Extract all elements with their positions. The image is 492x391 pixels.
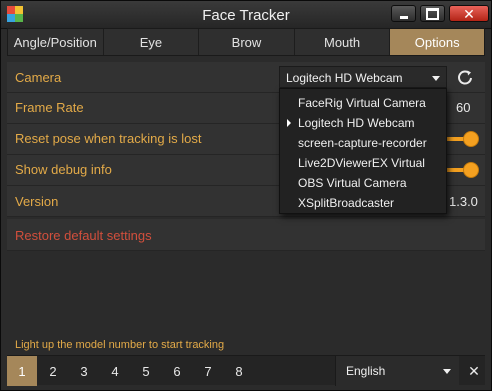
minimize-button[interactable] bbox=[391, 5, 416, 22]
camera-option[interactable]: Live2DViewerEX Virtual bbox=[280, 153, 446, 173]
reset-pose-toggle[interactable] bbox=[463, 131, 479, 147]
version-label: Version bbox=[15, 194, 59, 209]
tab-angle-position[interactable]: Angle/Position bbox=[8, 29, 104, 55]
model-number-1[interactable]: 1 bbox=[7, 356, 37, 386]
tab-options[interactable]: Options bbox=[390, 29, 484, 55]
camera-option[interactable]: OBS Virtual Camera bbox=[280, 173, 446, 193]
camera-label: Camera bbox=[15, 70, 62, 85]
title-bar[interactable]: Face Tracker ✕ bbox=[1, 1, 491, 29]
version-value: 1.3.0 bbox=[449, 194, 478, 209]
camera-select[interactable]: Logitech HD Webcam bbox=[279, 66, 447, 88]
camera-select-value: Logitech HD Webcam bbox=[286, 71, 403, 85]
chevron-down-icon bbox=[432, 76, 440, 81]
model-number-4[interactable]: 4 bbox=[100, 356, 130, 386]
tab-mouth[interactable]: Mouth bbox=[295, 29, 391, 55]
debug-info-toggle[interactable] bbox=[463, 162, 479, 178]
tab-eye[interactable]: Eye bbox=[104, 29, 200, 55]
frame-rate-value[interactable]: 60 bbox=[456, 100, 470, 115]
close-icon: ✕ bbox=[463, 5, 475, 22]
refresh-icon[interactable] bbox=[455, 67, 475, 87]
chevron-down-icon bbox=[443, 369, 451, 374]
language-select-value: English bbox=[346, 364, 386, 378]
window-title: Face Tracker bbox=[202, 7, 290, 24]
reset-pose-label: Reset pose when tracking is lost bbox=[15, 131, 202, 146]
maximize-button[interactable] bbox=[420, 5, 445, 22]
model-number-2[interactable]: 2 bbox=[38, 356, 68, 386]
camera-dropdown-list: FaceRig Virtual Camera Logitech HD Webca… bbox=[279, 88, 447, 214]
camera-option-selected[interactable]: Logitech HD Webcam bbox=[280, 113, 446, 133]
camera-option[interactable]: XSplitBroadcaster bbox=[280, 193, 446, 213]
close-icon[interactable]: ✕ bbox=[463, 356, 485, 386]
bottom-bar: 1 2 3 4 5 6 7 8 English ✕ bbox=[7, 355, 485, 386]
tab-bar: Angle/Position Eye Brow Mouth Options bbox=[7, 28, 485, 56]
camera-option[interactable]: FaceRig Virtual Camera bbox=[280, 93, 446, 113]
model-number-6[interactable]: 6 bbox=[162, 356, 192, 386]
model-number-5[interactable]: 5 bbox=[131, 356, 161, 386]
restore-defaults-button[interactable]: Restore default settings bbox=[15, 228, 152, 243]
debug-info-label: Show debug info bbox=[15, 162, 112, 177]
face-tracker-window: Face Tracker ✕ Angle/Position Eye Brow M… bbox=[0, 0, 492, 391]
close-window-button[interactable]: ✕ bbox=[449, 5, 489, 22]
model-number-7[interactable]: 7 bbox=[193, 356, 223, 386]
frame-rate-label: Frame Rate bbox=[15, 100, 84, 115]
model-number-8[interactable]: 8 bbox=[224, 356, 254, 386]
language-select[interactable]: English bbox=[335, 356, 459, 386]
status-message: Light up the model number to start track… bbox=[15, 339, 225, 351]
camera-option[interactable]: screen-capture-recorder bbox=[280, 133, 446, 153]
tab-brow[interactable]: Brow bbox=[199, 29, 295, 55]
model-number-3[interactable]: 3 bbox=[69, 356, 99, 386]
restore-row[interactable]: Restore default settings bbox=[7, 219, 485, 251]
